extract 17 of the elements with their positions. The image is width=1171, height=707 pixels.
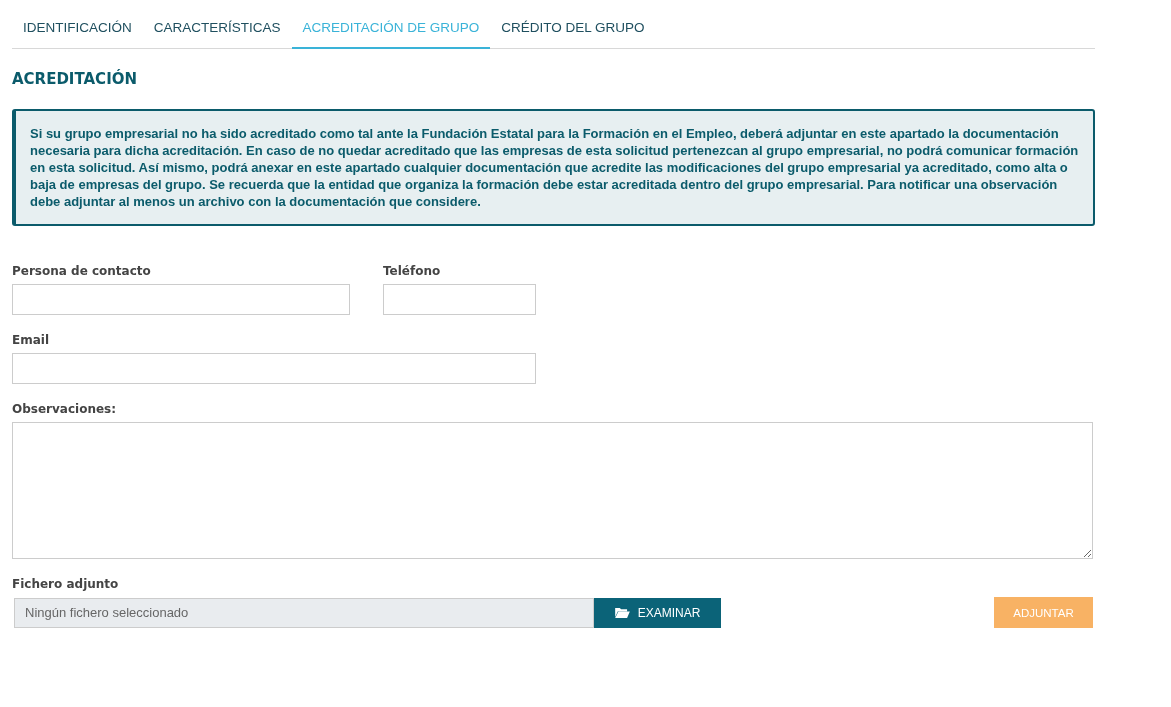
field-label: Email — [12, 333, 51, 347]
text-area[interactable] — [12, 422, 1093, 559]
input-field[interactable] — [383, 284, 536, 315]
tab[interactable]: CRÉDITO DEL GRUPO — [490, 10, 656, 49]
field-label: Fichero adjunto — [12, 577, 120, 591]
section-title: ACREDITACIÓN — [12, 70, 139, 88]
input-field[interactable] — [12, 284, 350, 315]
input-field[interactable] — [12, 353, 536, 384]
browse-button[interactable]: EXAMINAR — [594, 597, 721, 628]
field-label: Persona de contacto — [12, 264, 152, 278]
file-field[interactable]: Ningún fichero seleccionado — [14, 597, 594, 628]
tab[interactable]: CARACTERÍSTICAS — [142, 10, 292, 49]
field-label: Teléfono — [383, 264, 442, 278]
folder-icon — [614, 607, 630, 618]
field-label: Observaciones: — [12, 402, 117, 416]
info-box: Si su grupo empresarial no ha sido acreditado como tal ante la Fundación Estatal para la Formación en el Empleo, deberá adjuntar en este apartado la documentación necesaria para dicha acreditación. En caso de no quedar acreditado que las empresas de esta solicitud pertenezcan al grupo empresarial, no podrá comunicar formación en esta solicitud. Así mismo, podrá anexar en este apartado cualquier documentación que acredite las modificaciones del grupo empresarial ya acreditado, como alta o baja de empresas del grupo. Se recuerda que la entidad que organiza la formación debe estar acreditada dentro del grupo empresarial. Para notificar una observación debe adjuntar al menos un archivo con la documentación que considere. — [12, 109, 1095, 226]
tab[interactable]: IDENTIFICACIÓN — [12, 10, 143, 49]
